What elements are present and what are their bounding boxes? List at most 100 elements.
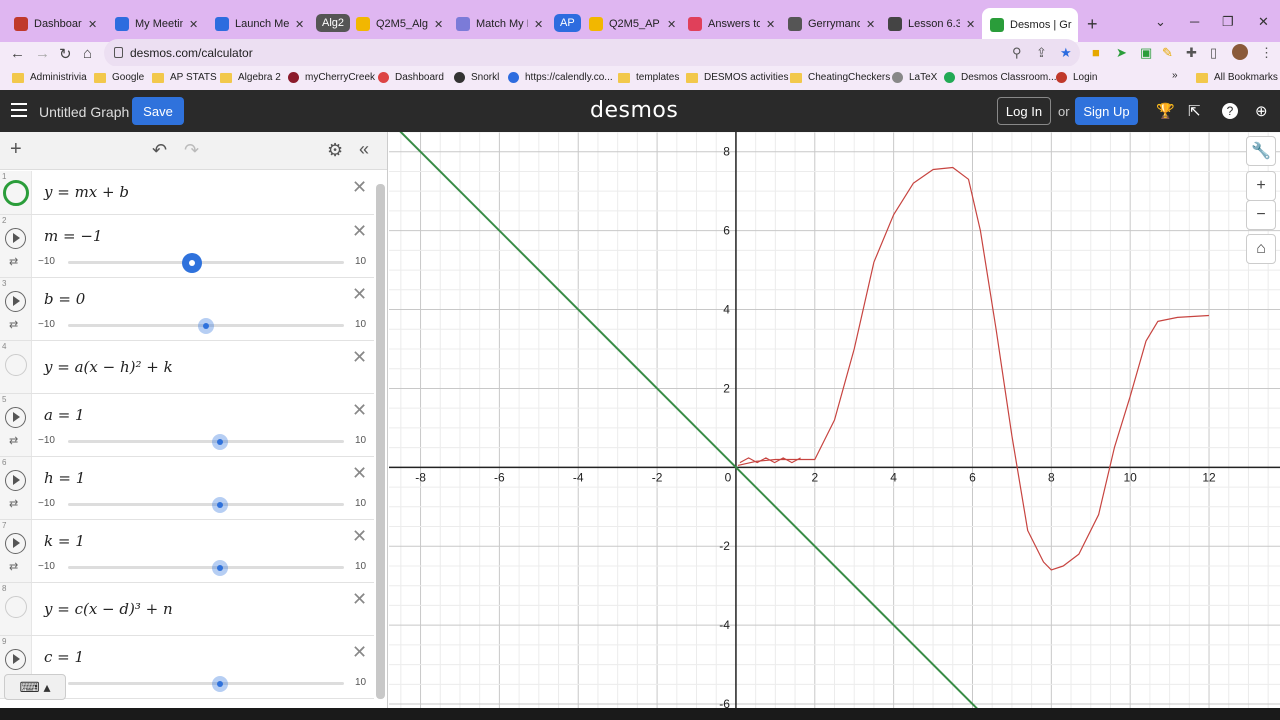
graph-color-toggle-icon[interactable] [5,596,27,618]
play-slider-icon[interactable] [5,470,26,491]
close-icon[interactable]: ✕ [295,18,304,31]
delete-expression-icon[interactable]: ✕ [352,400,367,421]
delete-expression-icon[interactable]: ✕ [352,221,367,242]
expression-row[interactable]: 6 ⇄ h = 1 ✕ −10 10 [0,457,374,520]
loop-mode-icon[interactable]: ⇄ [9,560,18,573]
bookmark-item[interactable]: Administrivia [12,72,87,83]
slider-thumb[interactable] [182,253,203,273]
close-icon[interactable]: ✕ [667,18,676,31]
bookmark-item[interactable]: Google [94,72,144,83]
expression-input[interactable]: a = 1 [44,406,85,424]
graph-color-toggle-icon[interactable] [3,180,29,206]
reload-icon[interactable]: ↻ [59,45,72,63]
expression-row[interactable]: 7 ⇄ k = 1 ✕ −10 10 [0,520,374,583]
more-bookmarks-icon[interactable]: » [1172,70,1178,81]
slider-min-label[interactable]: −10 [38,498,55,509]
delete-expression-icon[interactable]: ✕ [352,589,367,610]
expression-input[interactable]: y = mx + b [44,183,129,201]
slider-max-label[interactable]: 10 [355,319,366,330]
slider-track[interactable] [68,434,344,450]
add-item-icon[interactable]: + [10,138,22,161]
undo-icon[interactable]: ↶ [152,140,167,161]
expression-input[interactable]: c = 1 [44,648,84,666]
tab-desmos[interactable]: Desmos | Gr ✕ [982,8,1078,42]
graph-settings-wrench-icon[interactable]: 🔧 [1246,136,1276,166]
expression-row[interactable]: 5 ⇄ a = 1 ✕ −10 10 [0,394,374,457]
extension-icon[interactable]: ▣ [1140,45,1152,61]
slider-thumb[interactable] [211,676,228,692]
zoom-out-icon[interactable]: − [1246,200,1276,230]
slider-track[interactable] [68,560,344,576]
bookmark-item[interactable]: AP STATS [152,72,217,83]
extension-icon[interactable]: ■ [1092,45,1100,60]
expression-input[interactable]: m = −1 [44,227,102,245]
slider-track[interactable] [68,676,344,692]
scrollbar[interactable] [376,184,385,699]
expression-row[interactable]: 8 y = c(x − d)³ + n ✕ [0,583,374,636]
bookmark-item[interactable]: Snorkl [454,72,499,83]
close-icon[interactable]: ✕ [966,18,975,31]
delete-expression-icon[interactable]: ✕ [352,284,367,305]
slider-min-label[interactable]: −10 [38,256,55,267]
bookmark-item[interactable]: Algebra 2 [220,72,281,83]
globe-icon[interactable]: ⊕ [1255,102,1268,120]
bookmark-item[interactable]: DESMOS activities [686,72,788,83]
tab-search-icon[interactable]: ⌄ [1155,14,1166,30]
play-slider-icon[interactable] [5,228,26,249]
loop-mode-icon[interactable]: ⇄ [9,434,18,447]
tab[interactable]: My Meeting ✕ [115,11,199,37]
delete-expression-icon[interactable]: ✕ [352,177,367,198]
avatar[interactable] [1232,44,1248,60]
bookmark-item[interactable]: templates [618,72,679,83]
loop-mode-icon[interactable]: ⇄ [9,318,18,331]
bookmark-item[interactable]: Dashboard [378,72,444,83]
zoom-icon[interactable]: ⚲ [1012,45,1022,61]
expression-row[interactable]: 1 y = mx + b ✕ [0,171,374,215]
sidepanel-icon[interactable]: ▯ [1210,45,1217,61]
slider-thumb[interactable] [211,434,228,450]
extension-icon[interactable]: ✎ [1162,45,1173,61]
tab-group[interactable]: Alg2 [316,14,351,32]
slider-min-label[interactable]: −10 [38,435,55,446]
login-button[interactable]: Log In [997,97,1051,125]
slider-track[interactable] [68,318,344,334]
puzzle-icon[interactable]: ✚ [1186,45,1197,61]
trophy-icon[interactable]: 🏆 [1156,102,1175,120]
slider-min-label[interactable]: −10 [38,561,55,572]
tab[interactable]: Match My P ✕ [456,11,544,37]
slider-track[interactable] [68,253,344,273]
tab[interactable]: Q2M5_Alge ✕ [356,11,444,37]
minimize-icon[interactable]: ─ [1190,14,1199,29]
help-icon[interactable]: ? [1222,103,1238,119]
delete-expression-icon[interactable]: ✕ [352,526,367,547]
tab[interactable]: Launch Mee ✕ [215,11,305,37]
slider-max-label[interactable]: 10 [355,256,366,267]
bookmark-item[interactable]: Login [1056,72,1097,83]
maximize-icon[interactable]: ❐ [1222,14,1234,30]
bookmark-star-icon[interactable]: ★ [1060,45,1072,61]
bookmark-item[interactable]: https://calendly.co... [508,72,613,83]
close-icon[interactable]: ✕ [534,18,543,31]
delete-expression-icon[interactable]: ✕ [352,463,367,484]
play-slider-icon[interactable] [5,291,26,312]
tab[interactable]: Answers to ✕ [688,11,776,37]
slider-max-label[interactable]: 10 [355,677,366,688]
close-icon[interactable]: ✕ [866,18,875,31]
zoom-in-icon[interactable]: + [1246,171,1276,201]
keyboard-toggle-button[interactable]: ⌨ ▴ [4,674,66,700]
menu-kebab-icon[interactable]: ⋮ [1260,45,1273,61]
play-slider-icon[interactable] [5,533,26,554]
settings-gear-icon[interactable]: ⚙ [327,140,343,161]
address-bar[interactable]: desmos.com/calculator [104,39,1080,67]
delete-expression-icon[interactable]: ✕ [352,347,367,368]
back-icon[interactable]: ← [10,45,25,62]
bookmark-item[interactable]: Desmos Classroom... [944,72,1057,83]
forward-icon[interactable]: → [35,45,50,62]
loop-mode-icon[interactable]: ⇄ [9,497,18,510]
slider-max-label[interactable]: 10 [355,498,366,509]
redo-icon[interactable]: ↷ [184,140,199,161]
bookmark-item[interactable]: myCherryCreek [288,72,375,83]
close-icon[interactable]: ✕ [88,18,97,31]
close-icon[interactable]: ✕ [434,18,443,31]
save-button[interactable]: Save [132,97,184,125]
